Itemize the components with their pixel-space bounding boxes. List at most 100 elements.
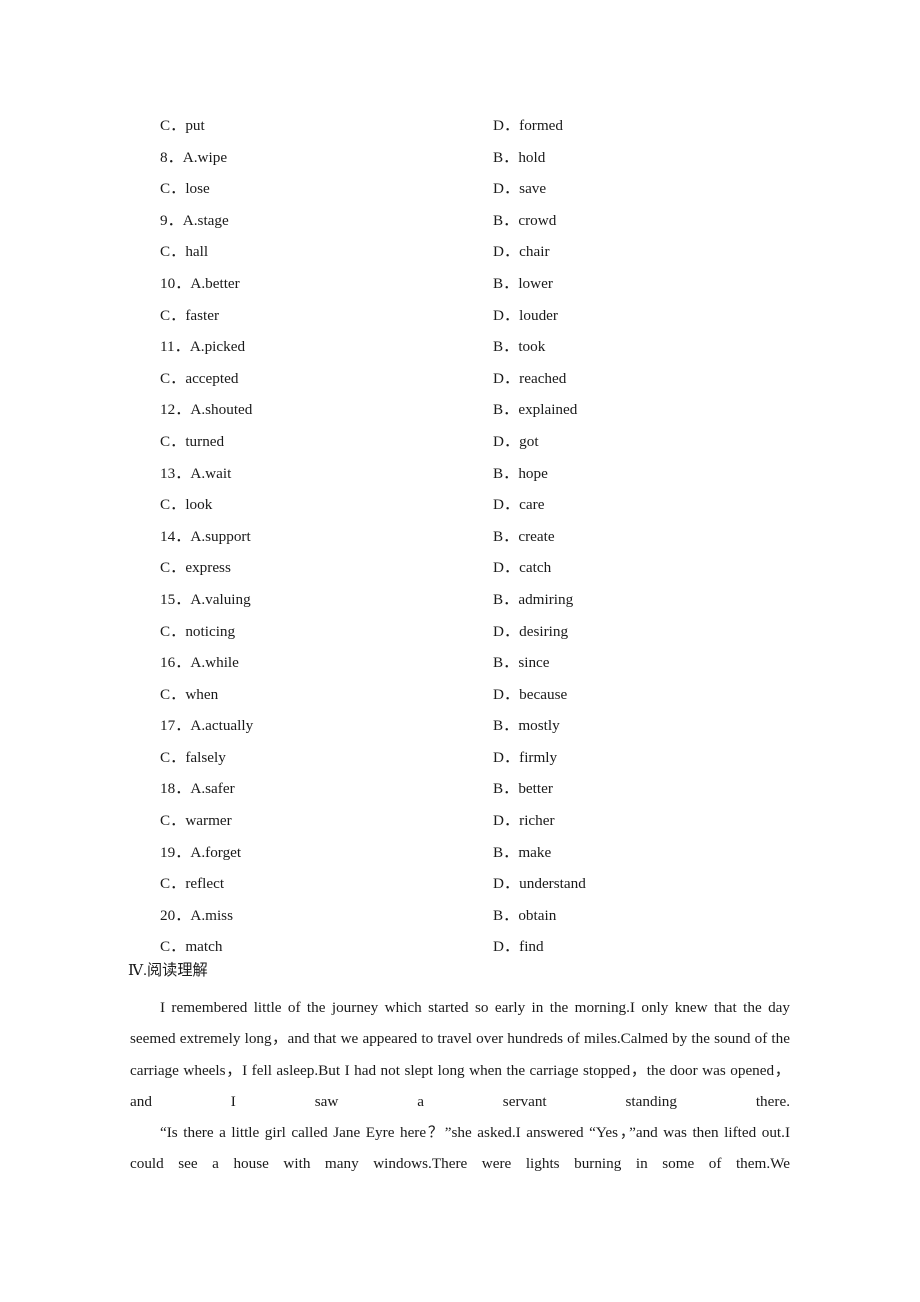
option-label: A.wait	[190, 464, 232, 482]
option-choice-right[interactable]: B． mostly	[493, 710, 793, 742]
option-choice-left[interactable]: 11． A.picked	[160, 331, 493, 363]
option-key: D．	[493, 559, 520, 577]
option-choice-left[interactable]: 13． A.wait	[160, 458, 493, 490]
option-choice-right[interactable]: B． since	[493, 647, 793, 679]
option-choice-right[interactable]: D． chair	[493, 236, 793, 268]
option-choice-right[interactable]: D． save	[493, 173, 793, 205]
option-choice-right[interactable]: D． catch	[493, 552, 793, 584]
option-key: D．	[493, 432, 520, 450]
option-key: 20．	[160, 906, 191, 924]
option-choice-left[interactable]: 15． A.valuing	[160, 584, 493, 616]
option-key: C．	[160, 243, 186, 261]
option-row: C． hall D． chair	[160, 236, 800, 268]
option-row: 13． A.wait B． hope	[160, 458, 800, 490]
option-choice-left[interactable]: C． look	[160, 489, 493, 521]
option-choice-right[interactable]: B． obtain	[493, 900, 793, 932]
option-choice-left[interactable]: C． lose	[160, 173, 493, 205]
option-choice-right[interactable]: B． make	[493, 837, 793, 869]
option-choice-right[interactable]: D． desiring	[493, 616, 793, 648]
option-key: 13．	[160, 464, 191, 482]
option-choice-left[interactable]: 9． A.stage	[160, 205, 493, 237]
option-row: 12． A.shouted B． explained	[160, 394, 800, 426]
option-choice-right[interactable]: B． create	[493, 521, 793, 553]
option-key: 15．	[160, 590, 191, 608]
option-choice-right[interactable]: B． took	[493, 331, 793, 363]
option-choice-right[interactable]: D． firmly	[493, 742, 793, 774]
option-label: richer	[519, 812, 555, 830]
option-choice-left[interactable]: C． noticing	[160, 616, 493, 648]
option-key: C．	[160, 622, 186, 640]
reading-passage: I remembered little of the journey which…	[130, 992, 790, 1180]
option-choice-left[interactable]: C． falsely	[160, 742, 493, 774]
option-choice-right[interactable]: D． got	[493, 426, 793, 458]
multiple-choice-options: C． put D． formed 8． A.wipe B． hold C． lose D． save 9…	[160, 110, 800, 963]
option-choice-left[interactable]: 20． A.miss	[160, 900, 493, 932]
option-choice-left[interactable]: 18． A.safer	[160, 773, 493, 805]
option-row: C． turned D． got	[160, 426, 800, 458]
option-key: D．	[493, 812, 520, 830]
option-label: A.stage	[182, 211, 229, 229]
option-key: B．	[493, 527, 519, 545]
option-label: care	[519, 496, 545, 514]
option-choice-right[interactable]: B． explained	[493, 394, 793, 426]
option-key: 16．	[160, 654, 191, 672]
option-key: B．	[493, 906, 519, 924]
option-choice-right[interactable]: D． louder	[493, 300, 793, 332]
option-choice-left[interactable]: C． reflect	[160, 868, 493, 900]
option-choice-right[interactable]: B． better	[493, 773, 793, 805]
option-label: took	[518, 338, 546, 356]
option-label: crowd	[518, 211, 557, 229]
option-label: A.picked	[189, 338, 246, 356]
option-key: C．	[160, 812, 186, 830]
option-choice-right[interactable]: D． care	[493, 489, 793, 521]
option-label: understand	[519, 875, 586, 893]
option-key: B．	[493, 590, 519, 608]
option-choice-right[interactable]: D． understand	[493, 868, 793, 900]
option-choice-right[interactable]: D． formed	[493, 110, 793, 142]
option-row: C． reflect D． understand	[160, 868, 800, 900]
option-choice-left[interactable]: 12． A.shouted	[160, 394, 493, 426]
section-heading-reading-comprehension: Ⅳ.阅读理解	[128, 962, 208, 979]
option-choice-left[interactable]: C． match	[160, 931, 493, 963]
option-choice-left[interactable]: 14． A.support	[160, 521, 493, 553]
option-choice-left[interactable]: C． turned	[160, 426, 493, 458]
option-label: falsely	[185, 748, 226, 766]
option-choice-left[interactable]: 8． A.wipe	[160, 142, 493, 174]
option-key: 12．	[160, 401, 191, 419]
option-choice-left[interactable]: C． put	[160, 110, 493, 142]
option-label: express	[185, 559, 231, 577]
option-choice-left[interactable]: C． hall	[160, 236, 493, 268]
option-choice-right[interactable]: D． richer	[493, 805, 793, 837]
option-choice-left[interactable]: 19． A.forget	[160, 837, 493, 869]
document-page: C． put D． formed 8． A.wipe B． hold C． lose D． save 9…	[0, 0, 920, 1302]
option-choice-left[interactable]: C． when	[160, 679, 493, 711]
option-key: B．	[493, 148, 519, 166]
option-label: find	[519, 938, 544, 956]
option-label: put	[185, 117, 205, 134]
option-choice-left[interactable]: C． accepted	[160, 363, 493, 395]
option-row: 8． A.wipe B． hold	[160, 142, 800, 174]
option-key: D．	[493, 306, 520, 324]
option-choice-right[interactable]: D． find	[493, 931, 793, 963]
option-label: A.support	[190, 527, 251, 545]
option-key: C．	[160, 117, 186, 134]
option-label: when	[185, 685, 219, 703]
option-choice-right[interactable]: B． lower	[493, 268, 793, 300]
option-choice-right[interactable]: D． reached	[493, 363, 793, 395]
option-choice-left[interactable]: 10． A.better	[160, 268, 493, 300]
option-choice-right[interactable]: D． because	[493, 679, 793, 711]
option-choice-right[interactable]: B． crowd	[493, 205, 793, 237]
option-choice-left[interactable]: C． express	[160, 552, 493, 584]
option-choice-left[interactable]: 16． A.while	[160, 647, 493, 679]
option-choice-right[interactable]: B． admiring	[493, 584, 793, 616]
option-key: 8．	[160, 148, 183, 166]
option-label: A.forget	[190, 843, 242, 861]
option-key: D．	[493, 243, 520, 261]
option-row: C． express D． catch	[160, 552, 800, 584]
option-row: C． noticing D． desiring	[160, 616, 800, 648]
option-choice-left[interactable]: 17． A.actually	[160, 710, 493, 742]
option-choice-right[interactable]: B． hold	[493, 142, 793, 174]
option-choice-left[interactable]: C． warmer	[160, 805, 493, 837]
option-choice-left[interactable]: C． faster	[160, 300, 493, 332]
option-choice-right[interactable]: B． hope	[493, 458, 793, 490]
